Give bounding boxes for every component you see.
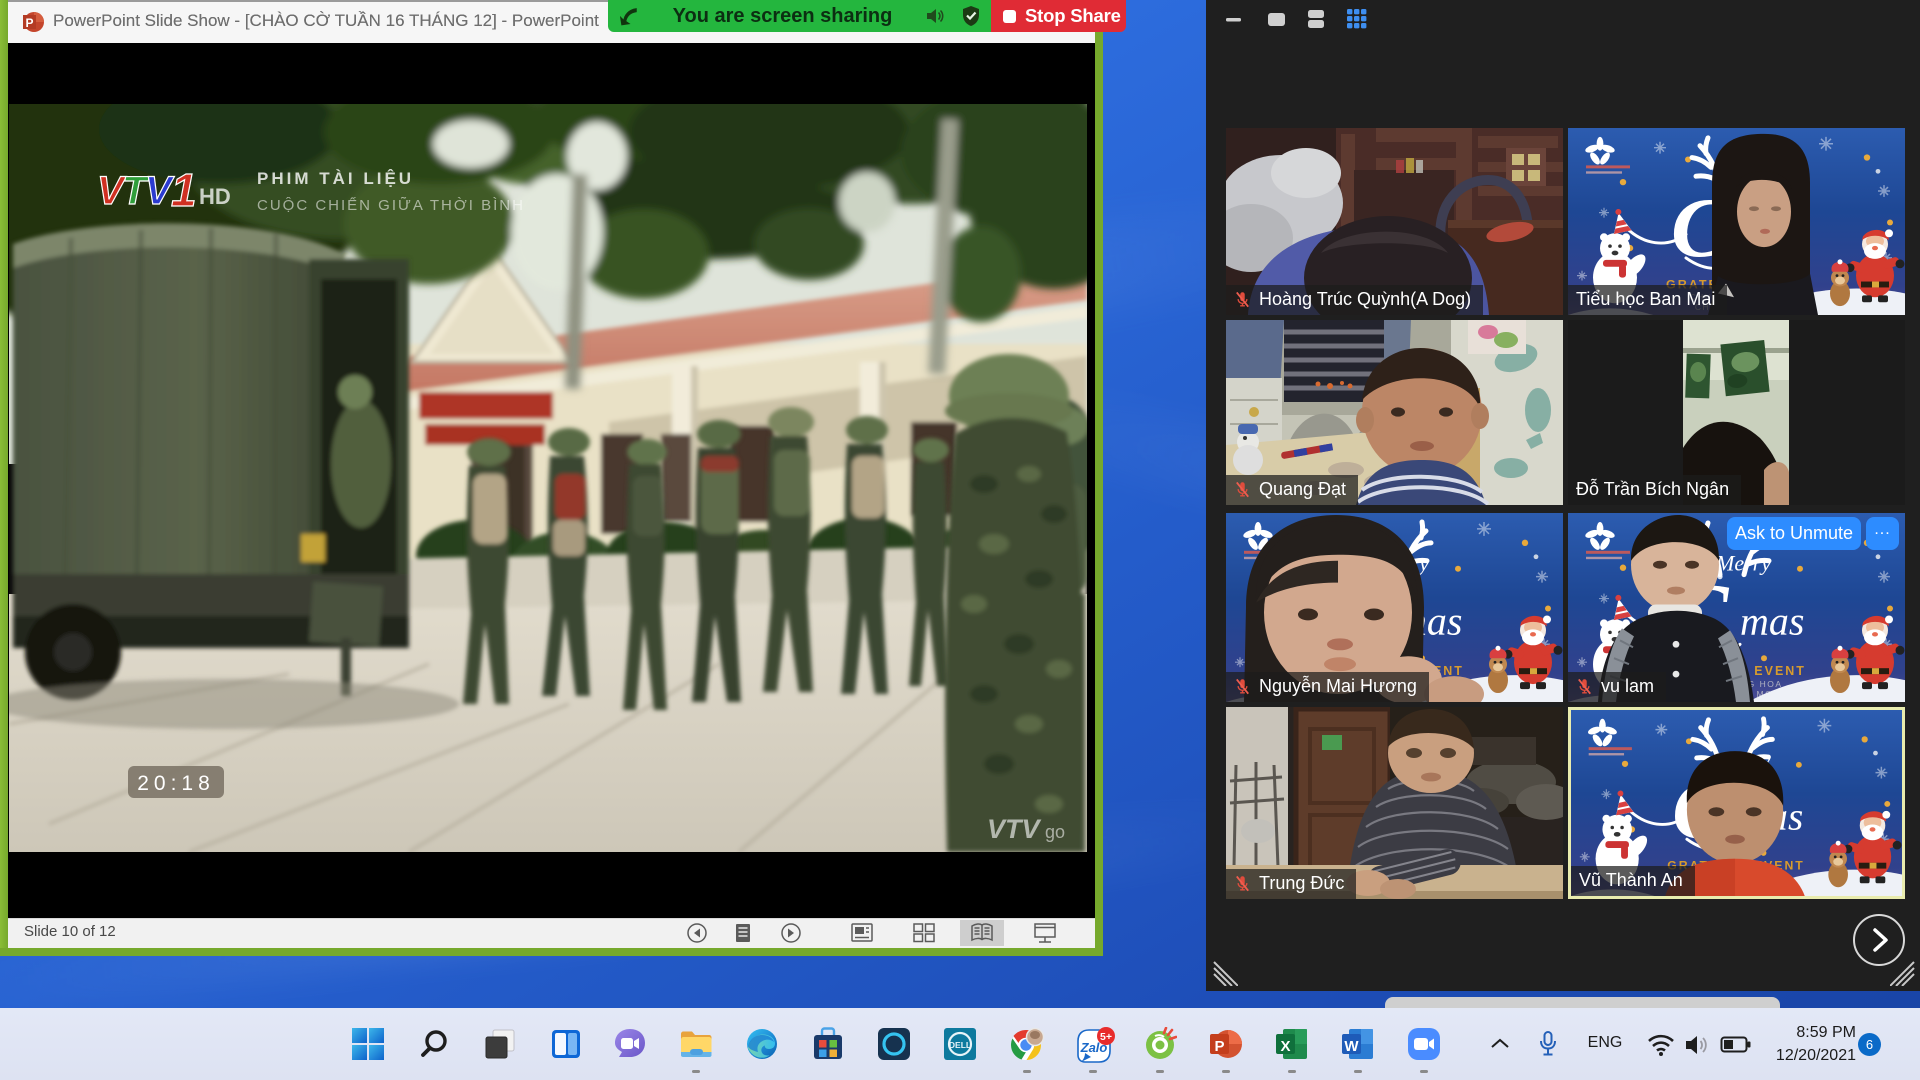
svg-text:20:18: 20:18 [137, 772, 215, 795]
svg-text:PHIM TÀI LIỆU: PHIM TÀI LIỆU [257, 169, 414, 188]
svg-text:DELL: DELL [949, 1040, 971, 1050]
svg-text:5+: 5+ [1100, 1031, 1112, 1043]
svg-text:HD: HD [199, 184, 231, 209]
svg-text:CUỘC CHIẾN GIỮA THỜI BÌNH: CUỘC CHIẾN GIỮA THỜI BÌNH [257, 197, 525, 214]
svg-text:go: go [1045, 822, 1065, 842]
svg-text:VTV: VTV [987, 814, 1042, 844]
svg-text:P: P [25, 16, 33, 30]
svg-text:W: W [1344, 1038, 1359, 1055]
svg-text:1: 1 [171, 164, 197, 216]
svg-text:X: X [1280, 1038, 1290, 1055]
svg-text:P: P [1214, 1038, 1224, 1055]
